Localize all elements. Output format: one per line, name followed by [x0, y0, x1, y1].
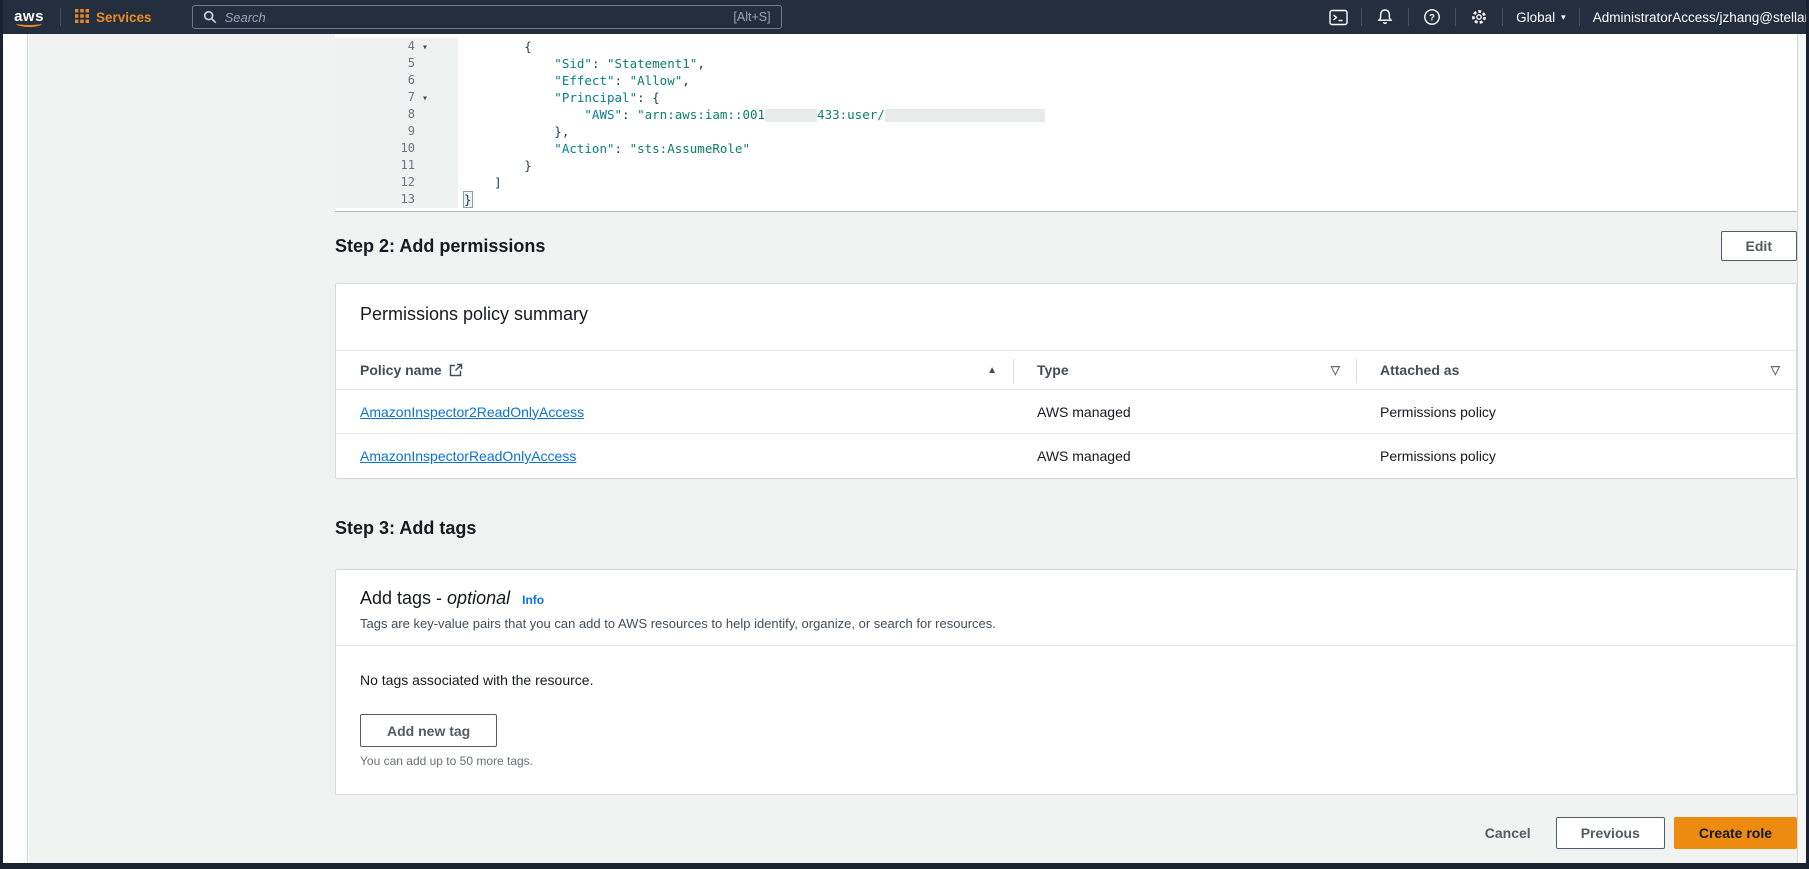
permissions-card-title: Permissions policy summary	[360, 304, 589, 324]
editor-line: 12 ]	[335, 174, 1797, 191]
search-shortcut-hint: [Alt+S]	[733, 10, 771, 24]
editor-line: 13 }	[335, 191, 1797, 208]
topbar-separator	[1502, 8, 1504, 26]
cloudshell-icon[interactable]	[1328, 7, 1348, 27]
editor-line: 10 "Action": "sts:AssumeRole"	[335, 140, 1797, 157]
aws-logo-smile	[16, 20, 42, 27]
redacted-user-name	[884, 109, 1045, 122]
topbar-separator	[1408, 8, 1410, 26]
previous-button[interactable]: Previous	[1555, 817, 1665, 849]
search-icon	[203, 10, 216, 24]
step2-header-row: Step 2: Add permissions Edit	[335, 230, 1797, 262]
optional-label: optional	[447, 588, 511, 608]
policy-type-cell: AWS managed	[1037, 448, 1131, 464]
topbar-right-group: ? Global ▾ AdministratorAccess/jzhang@st…	[1328, 0, 1809, 34]
column-header-policy-name[interactable]: Policy name	[336, 351, 1013, 389]
global-search[interactable]: [Alt+S]	[191, 5, 782, 29]
editor-line: 8 "AWS": "arn:aws:iam::001 433:user/	[335, 106, 1797, 123]
permissions-table: Policy name Type	[336, 350, 1796, 478]
aws-logo[interactable]: aws	[12, 9, 46, 27]
add-tags-card: Add tags - optional Info Tags are key-va…	[335, 569, 1797, 795]
editor-line: 4 {	[335, 38, 1797, 55]
left-margin-strip	[3, 34, 28, 863]
no-tags-message: No tags associated with the resource.	[360, 672, 594, 688]
policy-attached-cell: Permissions policy	[1380, 448, 1496, 464]
line-number: 9	[407, 124, 415, 138]
line-number: 11	[400, 158, 415, 172]
policy-attached-cell: Permissions policy	[1380, 403, 1496, 420]
edit-permissions-button[interactable]: Edit	[1720, 231, 1797, 261]
trust-policy-json-editor[interactable]: 4 { 5 "Sid": "Statement1", 6 "Effect": "…	[335, 34, 1797, 212]
add-tags-description: Tags are key-value pairs that you can ad…	[360, 616, 996, 631]
add-new-tag-button[interactable]: Add new tag	[360, 714, 498, 747]
topbar-separator	[1361, 8, 1363, 26]
chevron-down-icon: ▾	[1561, 11, 1566, 22]
help-icon[interactable]: ?	[1422, 7, 1442, 27]
redacted-account-id	[765, 109, 818, 122]
line-number: 12	[400, 175, 415, 189]
scrollbar-track[interactable]	[1797, 34, 1806, 863]
add-tags-title: Add tags - optional	[360, 588, 511, 608]
editor-line: 5 "Sid": "Statement1",	[335, 55, 1797, 72]
sort-ascending-icon[interactable]	[987, 365, 997, 376]
topbar-divider	[60, 8, 61, 26]
topbar-separator	[1578, 8, 1580, 26]
editor-line: 11 }	[335, 157, 1797, 174]
table-row: AmazonInspector2ReadOnlyAccess AWS manag…	[336, 390, 1796, 434]
table-row: AmazonInspectorReadOnlyAccess AWS manage…	[336, 434, 1796, 478]
wizard-footer-actions: Cancel Previous Create role	[335, 817, 1797, 849]
info-link[interactable]: Info	[522, 593, 544, 607]
step3-heading: Step 3: Add tags	[335, 517, 477, 538]
topbar-separator	[1455, 8, 1457, 26]
step3-header-row: Step 3: Add tags	[335, 517, 1797, 539]
account-menu[interactable]: AdministratorAccess/jzhang@stellar	[1593, 10, 1809, 25]
top-nav-bar: aws Services [Alt+S]	[0, 0, 1809, 34]
tags-limit-hint: You can add up to 50 more tags.	[360, 754, 534, 768]
line-number: 5	[407, 56, 415, 70]
notifications-bell-icon[interactable]	[1375, 7, 1395, 27]
line-number: 7	[407, 90, 415, 104]
column-header-attached-as[interactable]: Attached as	[1356, 351, 1796, 389]
window-frame	[0, 0, 3, 869]
cancel-button[interactable]: Cancel	[1485, 819, 1531, 847]
matched-bracket: }	[463, 191, 473, 208]
services-menu-button[interactable]: Services	[75, 8, 152, 26]
policy-link[interactable]: AmazonInspectorReadOnlyAccess	[360, 448, 576, 464]
column-header-type[interactable]: Type	[1013, 351, 1356, 389]
services-label: Services	[96, 9, 152, 25]
permissions-table-header: Policy name Type	[336, 350, 1796, 390]
policy-type-cell: AWS managed	[1037, 403, 1131, 420]
line-number: 4	[407, 39, 415, 53]
create-role-button[interactable]: Create role	[1673, 817, 1797, 849]
window-frame	[0, 863, 1809, 869]
editor-line: 6 "Effect": "Allow",	[335, 72, 1797, 89]
line-number: 6	[407, 73, 415, 87]
fold-arrow-icon[interactable]	[415, 89, 435, 107]
search-input[interactable]	[224, 9, 734, 25]
external-link-icon	[449, 363, 463, 377]
filter-icon[interactable]	[1771, 363, 1780, 377]
region-selector[interactable]: Global ▾	[1516, 10, 1566, 25]
step2-heading: Step 2: Add permissions	[335, 235, 546, 256]
line-number: 10	[400, 141, 415, 155]
line-number: 13	[400, 192, 415, 206]
editor-line: 7 "Principal": {	[335, 89, 1797, 106]
svg-text:?: ?	[1429, 12, 1435, 23]
filter-icon[interactable]	[1331, 363, 1340, 377]
line-number: 8	[407, 107, 415, 121]
policy-link[interactable]: AmazonInspector2ReadOnlyAccess	[360, 404, 584, 420]
permissions-policy-summary-card: Permissions policy summary Policy name ▲…	[335, 283, 1797, 479]
settings-gear-icon[interactable]	[1469, 7, 1489, 27]
aws-console-window: aws Services [Alt+S]	[0, 0, 1809, 869]
services-grid-icon	[75, 8, 89, 26]
region-label: Global	[1516, 9, 1556, 25]
editor-line: 9 },	[335, 123, 1797, 140]
fold-arrow-icon[interactable]	[415, 38, 435, 56]
